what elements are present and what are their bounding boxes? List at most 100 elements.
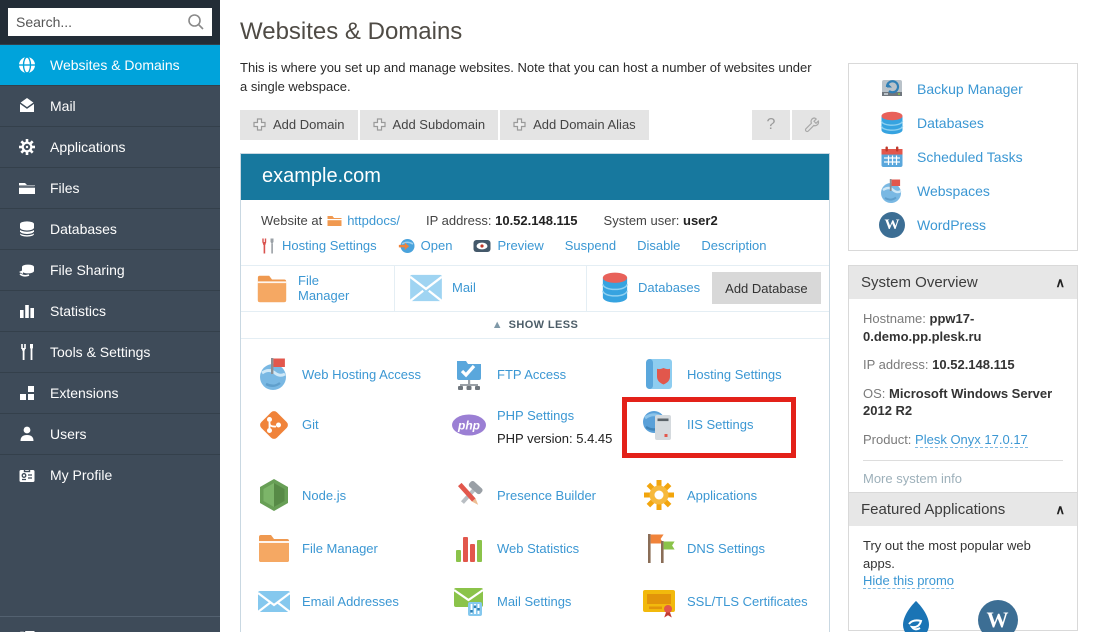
- grid-item-dns-settings[interactable]: DNS Settings: [641, 522, 830, 575]
- add-domain-alias-button[interactable]: Add Domain Alias: [500, 110, 649, 140]
- grid-item-file-manager[interactable]: File Manager: [256, 522, 451, 575]
- sidebar-item-files[interactable]: Files: [0, 167, 220, 208]
- add-subdomain-button[interactable]: Add Subdomain: [360, 110, 499, 140]
- grid-item-presence-builder[interactable]: Presence Builder: [451, 469, 641, 522]
- hide-promo-link[interactable]: Hide this promo: [863, 573, 954, 589]
- docroot-link[interactable]: httpdocs/: [347, 213, 400, 228]
- open-link[interactable]: Open: [398, 238, 453, 254]
- nodejs-hexagon-icon: [256, 477, 292, 513]
- system-overview-header[interactable]: System Overview ∧: [849, 266, 1077, 299]
- os-line: OS: Microsoft Windows Server 2012 R2: [863, 385, 1063, 420]
- hosting-settings-link[interactable]: Hosting Settings: [261, 238, 377, 254]
- app-tile-wordpress[interactable]: W WordPress: [966, 600, 1030, 632]
- shortcut-label: Webspaces: [917, 183, 990, 199]
- shortcut-databases[interactable]: Databases: [849, 106, 1077, 140]
- more-system-info-link[interactable]: More system info: [863, 471, 962, 486]
- description-link[interactable]: Description: [701, 238, 766, 253]
- grid-item-label: SSL/TLS Certificates: [687, 594, 808, 609]
- grid-item-git[interactable]: Git: [256, 401, 451, 469]
- wordpress-icon: W: [879, 212, 905, 238]
- featured-applications-header[interactable]: Featured Applications ∧: [849, 493, 1077, 526]
- grid-item-applications[interactable]: Applications: [641, 469, 830, 522]
- sidebar-item-label: Mail: [50, 98, 76, 114]
- grid-item-ftp-access[interactable]: FTP Access: [451, 348, 641, 401]
- wrench-icon: [803, 116, 820, 133]
- sidebar-item-tools-settings[interactable]: Tools & Settings: [0, 331, 220, 372]
- system-user-label: System user:: [604, 213, 680, 228]
- suspend-link[interactable]: Suspend: [565, 238, 616, 253]
- preview-eye-icon: [473, 239, 491, 253]
- sidebar-item-applications[interactable]: Applications: [0, 126, 220, 167]
- sidebar-item-label: Extensions: [50, 385, 118, 401]
- product-version-link[interactable]: Plesk Onyx 17.0.17: [915, 432, 1028, 448]
- disable-link[interactable]: Disable: [637, 238, 680, 253]
- add-domain-button[interactable]: Add Domain: [240, 110, 358, 140]
- grid-item-label: File Manager: [302, 541, 378, 556]
- sidebar-item-change-view[interactable]: Change View ⌄: [0, 616, 220, 632]
- sidebar-item-my-profile[interactable]: My Profile: [0, 454, 220, 495]
- search-input[interactable]: [8, 8, 212, 36]
- ftp-folder-icon: [451, 356, 487, 392]
- grid-item-label: Git: [302, 417, 319, 432]
- grid-item-label: PHP Settings: [497, 408, 574, 423]
- preview-link[interactable]: Preview: [473, 238, 543, 253]
- sidebar-item-mail[interactable]: Mail: [0, 85, 220, 126]
- grid-item-ssl-certificates[interactable]: SSL/TLS Certificates: [641, 575, 830, 628]
- orange-folder-icon: [256, 530, 292, 566]
- sidebar-item-statistics[interactable]: Statistics: [0, 290, 220, 331]
- sidebar-item-users[interactable]: Users: [0, 413, 220, 454]
- grid-item-php-settings[interactable]: php PHP Settings PHP version: 5.4.45: [451, 401, 641, 469]
- grid-item-iis-settings[interactable]: IIS Settings: [641, 401, 830, 469]
- sidebar-item-file-sharing[interactable]: File Sharing: [0, 249, 220, 290]
- shortcut-webspaces[interactable]: Webspaces: [849, 174, 1077, 208]
- show-less-toggle[interactable]: ▲ SHOW LESS: [241, 312, 829, 339]
- envelope-sliders-icon: [451, 583, 487, 619]
- grid-item-label: IIS Settings: [687, 417, 753, 432]
- shortcut-backup-manager[interactable]: Backup Manager: [849, 72, 1077, 106]
- grid-item-hosting-settings[interactable]: Hosting Settings: [641, 348, 830, 401]
- featured-applications-body: Try out the most popular web apps. Hide …: [849, 526, 1077, 632]
- layout-icon: [18, 628, 36, 632]
- product-label: Product:: [863, 432, 911, 447]
- grid-item-label: Email Addresses: [302, 594, 399, 609]
- chevron-up-icon[interactable]: ∧: [1055, 502, 1065, 518]
- add-database-button[interactable]: Add Database: [712, 272, 820, 304]
- search-icon[interactable]: [187, 13, 205, 36]
- mail-label: Mail: [452, 280, 476, 296]
- featured-apps-row: Drupal W WordPress: [863, 588, 1063, 632]
- grid-item-label: Node.js: [302, 488, 346, 503]
- chevron-up-icon[interactable]: ∧: [1055, 275, 1065, 291]
- help-button[interactable]: ?: [752, 110, 790, 140]
- quick-mail[interactable]: Mail: [394, 266, 586, 311]
- system-overview-panel: System Overview ∧ Hostname: ppw17-0.demo…: [848, 265, 1078, 499]
- quick-file-manager[interactable]: File Manager: [241, 266, 394, 311]
- grid-item-label: Presence Builder: [497, 488, 596, 503]
- app-tile-drupal[interactable]: Drupal: [896, 600, 934, 632]
- grid-item-nodejs[interactable]: Node.js: [256, 469, 451, 522]
- git-icon: [256, 407, 292, 443]
- grid-item-mail-settings[interactable]: Mail Settings: [451, 575, 641, 628]
- grid-item-email-addresses[interactable]: Email Addresses: [256, 575, 451, 628]
- chevron-up-icon: ▲: [492, 319, 503, 331]
- bars-icon: [451, 530, 487, 566]
- globe-flag-icon: [879, 178, 905, 204]
- sidebar-item-databases[interactable]: Databases: [0, 208, 220, 249]
- grid-item-partial-1: [256, 628, 451, 632]
- sidebar-item-label: Tools & Settings: [50, 344, 150, 360]
- shortcut-label: Backup Manager: [917, 81, 1023, 97]
- shortcut-scheduled-tasks[interactable]: Scheduled Tasks: [849, 140, 1077, 174]
- databases-link[interactable]: Databases: [638, 280, 700, 296]
- system-overview-title: System Overview: [861, 274, 978, 291]
- hostname-label: Hostname:: [863, 311, 926, 326]
- gear-yellow-icon: [641, 477, 677, 513]
- shortcut-wordpress[interactable]: W WordPress: [849, 208, 1077, 242]
- grid-item-web-statistics[interactable]: Web Statistics: [451, 522, 641, 575]
- grid-item-web-hosting-access[interactable]: Web Hosting Access: [256, 348, 451, 401]
- page-description: This is where you set up and manage webs…: [240, 59, 818, 97]
- sidebar-item-extensions[interactable]: Extensions: [0, 372, 220, 413]
- flags-icon: [641, 530, 677, 566]
- sidebar-item-websites-domains[interactable]: Websites & Domains: [0, 44, 220, 85]
- settings-wrench-button[interactable]: [792, 110, 830, 140]
- database-color-icon: [879, 110, 905, 136]
- tools-icon: [261, 238, 276, 254]
